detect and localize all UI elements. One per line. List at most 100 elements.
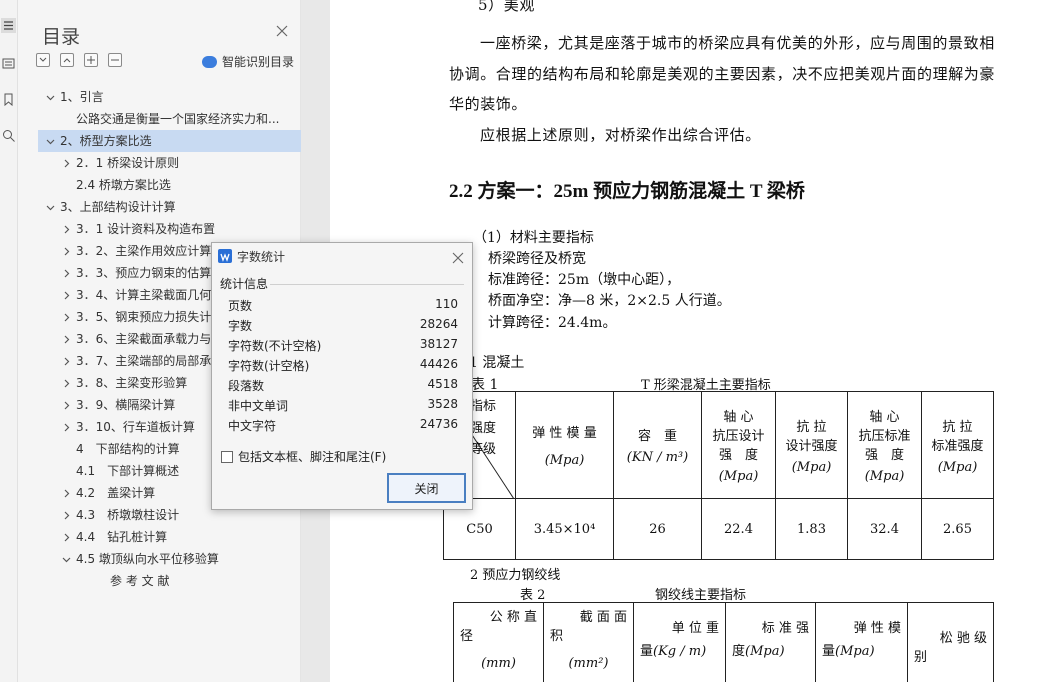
doc-line: 桥面净空：净—8 米，2×2.5 人行道。 — [488, 293, 731, 309]
stat-value: 24736 — [419, 417, 458, 431]
header-label: 设计强度 — [785, 438, 838, 454]
toc-item-label: 4 下部结构的计算 — [76, 442, 180, 456]
chevron-right-icon[interactable] — [62, 401, 71, 410]
header-unit: (Mpa) — [864, 469, 905, 484]
chevron-right-icon[interactable] — [62, 291, 71, 300]
chevron-down-icon[interactable] — [46, 93, 55, 102]
toc-item-label: 3．5、钢束预应力损失计 — [76, 310, 212, 324]
table-cell: 1.83 — [775, 498, 848, 560]
chevron-right-icon[interactable] — [62, 357, 71, 366]
toc-item-label: 3．1 设计资料及构造布置 — [76, 222, 216, 236]
toc-item[interactable]: 4.4 钻孔桩计算 — [18, 526, 301, 548]
checkbox-box[interactable] — [221, 450, 233, 463]
include-textbox-checkbox[interactable]: 包括文本框、脚注和尾注(F) — [221, 448, 386, 465]
stat-value: 38127 — [419, 337, 458, 351]
toc-item-label: 参 考 文 献 — [110, 574, 170, 588]
stat-row: 页数 110 — [228, 297, 458, 317]
chevron-right-icon[interactable] — [62, 489, 71, 498]
stat-label: 非中文单词 — [228, 399, 289, 413]
toc-toolbar — [36, 53, 122, 67]
chevron-down-icon[interactable] — [62, 555, 71, 564]
header-label: 标 准 强 — [761, 621, 809, 636]
table-header-cell: 容 重 (KN / m³) — [613, 391, 702, 499]
table-caption: 钢绞线主要指标 — [655, 588, 747, 603]
header-label: 公 称 直 — [489, 610, 537, 625]
toc-item-label: 3．2、主梁作用效应计算 — [76, 244, 212, 258]
stat-label: 字符数(不计空格) — [228, 339, 322, 353]
stat-value: 44426 — [419, 357, 458, 371]
stat-value: 4518 — [427, 377, 458, 391]
toc-item-label: 4.3 桥墩墩柱设计 — [76, 508, 180, 522]
doc-cut-heading: 5）美观 — [478, 0, 535, 14]
word-count-dialog: 字数统计 统计信息 页数 110 字数 28264 字符数(不计空格) 38127 字符数(… — [211, 242, 473, 510]
doc-paragraph-line: 华的装饰。 — [449, 95, 528, 113]
header-label: 度 — [732, 644, 746, 659]
toc-item[interactable]: 4.5 墩顶纵向水平位移验算 — [18, 548, 301, 570]
expand-icon[interactable] — [36, 53, 50, 67]
doc-line: 1 混凝土 — [469, 355, 525, 371]
toc-item[interactable]: 公路交通是衡量一个国家经济实力和... — [18, 108, 301, 130]
table-header-cell: 单 位 重 量(Kg / m) — [633, 602, 726, 682]
stat-label: 字符数(计空格) — [228, 359, 310, 373]
remove-icon[interactable] — [108, 53, 122, 67]
toc-item[interactable]: 3、上部结构设计计算 — [18, 196, 301, 218]
chevron-right-icon[interactable] — [62, 335, 71, 344]
toc-icon[interactable] — [1, 18, 16, 33]
collapse-icon[interactable] — [60, 53, 74, 67]
chevron-right-icon[interactable] — [62, 269, 71, 278]
toc-item[interactable]: 1、引言 — [18, 86, 301, 108]
corner-label: 等级 — [470, 442, 497, 457]
header-unit: (KN / m³) — [626, 450, 689, 465]
toc-item-label: 3．10、行车道板计算 — [76, 420, 195, 434]
stat-row: 中文字符 24736 — [228, 417, 458, 437]
add-icon[interactable] — [84, 53, 98, 67]
header-label: 强 度 — [864, 448, 904, 463]
chevron-right-icon[interactable] — [62, 511, 71, 520]
header-label: 强 度 — [718, 448, 758, 463]
chevron-right-icon[interactable] — [62, 225, 71, 234]
chevron-right-icon[interactable] — [62, 159, 71, 168]
header-unit: (Mpa) — [791, 459, 832, 475]
toc-item-label: 3、上部结构设计计算 — [60, 200, 176, 214]
stat-value: 3528 — [427, 397, 458, 411]
smart-toc-button[interactable]: 智能识别目录 — [202, 53, 294, 70]
chevron-right-icon[interactable] — [62, 313, 71, 322]
chevron-right-icon[interactable] — [62, 533, 71, 542]
smart-toc-icon — [202, 55, 217, 68]
header-label: 单 位 重 — [671, 621, 719, 636]
chevron-down-icon[interactable] — [46, 137, 55, 146]
checkbox-label: 包括文本框、脚注和尾注(F) — [238, 450, 387, 464]
toc-item[interactable]: 参 考 文 献 — [18, 570, 301, 592]
find-icon[interactable] — [1, 128, 16, 143]
header-label: 别 — [914, 650, 928, 665]
chevron-down-icon[interactable] — [46, 203, 55, 212]
dialog-titlebar[interactable]: 字数统计 — [212, 243, 472, 267]
header-label: 弹 性 模 量 — [532, 426, 597, 441]
chevron-right-icon[interactable] — [62, 423, 71, 432]
stat-row: 字符数(计空格) 44426 — [228, 357, 458, 377]
table-cell: 3.45×10⁴ — [515, 498, 614, 560]
toc-item-label: 1、引言 — [60, 90, 104, 104]
doc-paragraph-line: 协调。合理的结构布局和轮廓是美观的主要因素，决不应把美观片面的理解为豪 — [449, 65, 996, 83]
header-unit: (Mpa) — [745, 644, 785, 659]
toc-item-label: 2、桥型方案比选 — [60, 134, 152, 148]
bookmark-icon[interactable] — [1, 92, 16, 107]
table-cell: 26 — [613, 498, 702, 560]
table-cell: 32.4 — [847, 498, 922, 560]
doc-line: 计算跨径：24.4m。 — [488, 315, 617, 331]
header-label: 标准强度 — [931, 438, 984, 454]
close-button[interactable]: 关闭 — [387, 473, 466, 503]
header-label: 轴 心 — [869, 410, 900, 425]
chevron-right-icon[interactable] — [62, 379, 71, 388]
toc-item[interactable]: 2.4 桥墩方案比选 — [18, 174, 301, 196]
toc-item[interactable]: 2．1 桥梁设计原则 — [18, 152, 301, 174]
close-icon[interactable] — [275, 24, 289, 38]
toc-item[interactable]: 3．1 设计资料及构造布置 — [18, 218, 301, 240]
wps-writer-icon — [218, 249, 232, 263]
table-header-cell: 截 面 面 积 (mm²) — [543, 602, 634, 682]
chevron-right-icon[interactable] — [62, 247, 71, 256]
close-icon[interactable] — [452, 249, 464, 264]
outline-icon[interactable] — [1, 56, 16, 71]
section-heading: 2.2 方案一：25m 预应力钢筋混凝土 T 梁桥 — [449, 181, 805, 202]
toc-item[interactable]: 2、桥型方案比选 — [38, 130, 310, 152]
